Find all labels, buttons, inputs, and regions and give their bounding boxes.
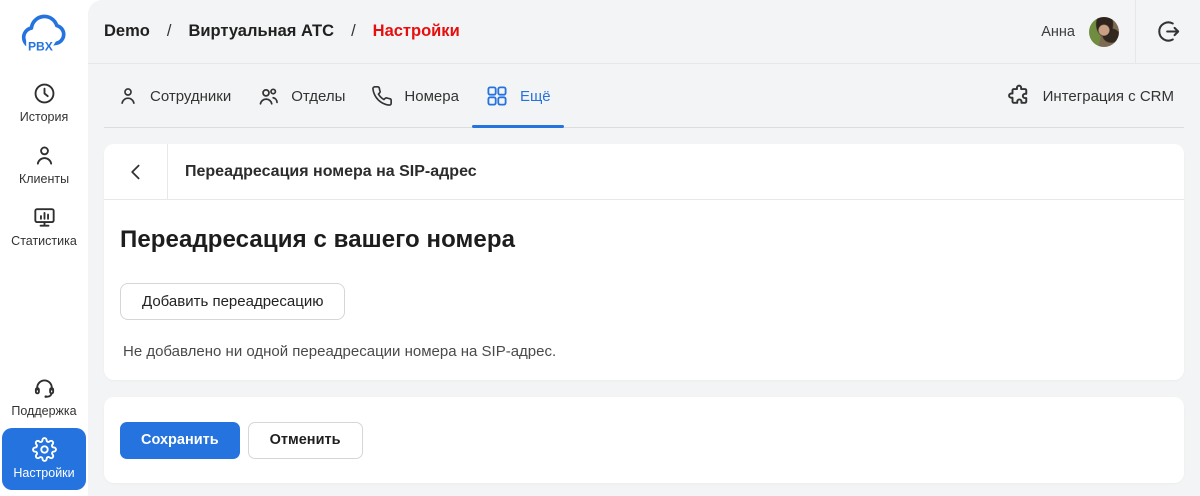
forwarding-card-body: Переадресация с вашего номера Добавить п…	[104, 200, 1184, 380]
tab-numbers[interactable]: Номера	[358, 64, 472, 128]
sidebar-item-label: Поддержка	[11, 405, 76, 418]
svg-text:PBX: PBX	[28, 40, 53, 54]
sidebar: PBX История Клиенты Статистика	[0, 0, 88, 496]
crm-integration-link[interactable]: Интеграция с CRM	[996, 64, 1184, 128]
header-right: Анна	[1041, 0, 1200, 63]
pbx-cloud-logo[interactable]: PBX	[16, 8, 72, 58]
breadcrumb-separator: /	[167, 22, 172, 41]
phone-icon	[371, 85, 393, 107]
user-avatar[interactable]	[1089, 17, 1119, 47]
save-button[interactable]: Сохранить	[120, 422, 240, 459]
sidebar-item-statistics[interactable]: Статистика	[2, 196, 86, 258]
page-title: Переадресация номера на SIP-адрес	[168, 163, 477, 181]
chevron-left-icon	[124, 160, 148, 184]
breadcrumb-settings-current: Настройки	[373, 22, 460, 41]
sidebar-item-settings[interactable]: Настройки	[2, 428, 86, 490]
user-name: Анна	[1041, 24, 1075, 40]
tab-label: Номера	[404, 88, 459, 105]
empty-state-text: Не добавлено ни одной переадресации номе…	[120, 343, 1168, 360]
breadcrumb: Demo / Виртуальная АТС / Настройки	[104, 22, 460, 41]
tab-label: Ещё	[520, 88, 551, 105]
grid-icon	[485, 84, 509, 108]
tab-label: Сотрудники	[150, 88, 231, 105]
employee-icon	[117, 85, 139, 107]
breadcrumb-virtual-pbx[interactable]: Виртуальная АТС	[188, 22, 334, 41]
stats-monitor-icon	[32, 205, 57, 230]
breadcrumb-separator: /	[351, 22, 356, 41]
top-header: Demo / Виртуальная АТС / Настройки Анна	[88, 0, 1200, 64]
puzzle-icon	[1006, 83, 1032, 109]
sidebar-item-label: Клиенты	[19, 173, 69, 186]
content: Переадресация номера на SIP-адрес Переад…	[88, 128, 1200, 496]
app: PBX История Клиенты Статистика	[0, 0, 1200, 496]
add-forwarding-button[interactable]: Добавить переадресацию	[120, 283, 345, 320]
forwarding-card: Переадресация номера на SIP-адрес Переад…	[104, 144, 1184, 380]
headset-icon	[32, 375, 57, 400]
logout-icon	[1155, 18, 1182, 45]
logout-button[interactable]	[1136, 0, 1200, 64]
forwarding-card-header: Переадресация номера на SIP-адрес	[104, 144, 1184, 200]
clock-icon	[32, 81, 57, 106]
actions-card: Сохранить Отменить	[104, 397, 1184, 483]
settings-tabbar: Сотрудники Отделы Номера	[88, 64, 1200, 128]
sidebar-item-history[interactable]: История	[2, 72, 86, 134]
sidebar-item-label: Настройки	[13, 467, 74, 480]
sidebar-item-support[interactable]: Поддержка	[2, 366, 86, 428]
sidebar-item-clients[interactable]: Клиенты	[2, 134, 86, 196]
crm-link-label: Интеграция с CRM	[1043, 88, 1174, 105]
sidebar-item-label: История	[20, 111, 68, 124]
tab-employees[interactable]: Сотрудники	[104, 64, 244, 128]
tab-more[interactable]: Ещё	[472, 64, 564, 128]
breadcrumb-demo[interactable]: Demo	[104, 22, 150, 41]
person-icon	[32, 143, 57, 168]
section-heading: Переадресация с вашего номера	[120, 226, 1168, 254]
departments-icon	[257, 85, 280, 108]
cancel-button[interactable]: Отменить	[248, 422, 363, 459]
gear-icon	[32, 437, 57, 462]
back-button[interactable]	[104, 144, 168, 200]
main-area: Demo / Виртуальная АТС / Настройки Анна	[88, 0, 1200, 496]
sidebar-item-label: Статистика	[11, 235, 77, 248]
tab-departments[interactable]: Отделы	[244, 64, 358, 128]
tab-label: Отделы	[291, 88, 345, 105]
cloud-icon: PBX	[18, 10, 70, 56]
